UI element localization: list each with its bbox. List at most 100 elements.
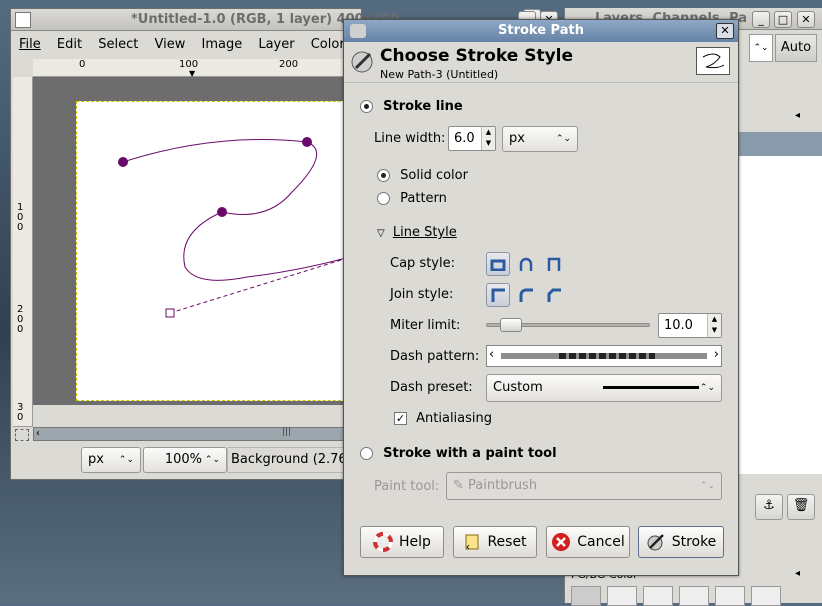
dash-pattern-editor[interactable]: ‹ › bbox=[486, 345, 722, 367]
spin-arrows-icon[interactable]: ▲ ▼ bbox=[707, 314, 721, 337]
maximize-button[interactable]: □ bbox=[774, 11, 792, 28]
image-window: *Untitled-1.0 (RGB, 1 layer) 400x300 Fil… bbox=[10, 8, 541, 480]
delete-layer-icon[interactable]: 🗑 bbox=[787, 494, 815, 520]
image-select-arrows-icon[interactable]: ⌃⌄ bbox=[749, 34, 773, 62]
dialog-close-icon[interactable]: ✕ bbox=[716, 23, 734, 39]
dash-pattern-label: Dash pattern: bbox=[390, 349, 480, 364]
path-preview-icon bbox=[696, 47, 730, 75]
image-window-titlebar[interactable]: *Untitled-1.0 (RGB, 1 layer) 400x300 bbox=[11, 9, 541, 31]
status-label: Background (2.76 bbox=[227, 447, 361, 473]
line-style-expander[interactable]: ▽ Line Style bbox=[377, 225, 457, 240]
stroke-path-dialog: Stroke Path ✕ Choose Stroke Style New Pa… bbox=[343, 19, 739, 576]
scroll-grip-icon: ||| bbox=[282, 427, 292, 437]
zoom-select[interactable]: 100% ⌃⌄ bbox=[143, 447, 227, 473]
lifebuoy-icon bbox=[373, 532, 394, 552]
cap-butt-button[interactable] bbox=[486, 252, 510, 276]
join-bevel-button[interactable] bbox=[542, 283, 566, 307]
menu-image[interactable]: Image bbox=[195, 32, 248, 58]
menu-bar: File Edit Select View Image Layer Colors bbox=[13, 32, 361, 58]
slider-handle[interactable] bbox=[500, 318, 522, 332]
menu-select[interactable]: Select bbox=[92, 32, 144, 58]
layer-row-selected[interactable] bbox=[739, 132, 822, 156]
menu-layer[interactable]: Layer bbox=[252, 32, 300, 58]
tab-menu-icon[interactable]: ◂ bbox=[795, 110, 800, 121]
join-round-button[interactable] bbox=[514, 283, 538, 307]
combo-arrows-icon: ⌃⌄ bbox=[699, 481, 715, 491]
gimp-icon[interactable] bbox=[350, 24, 366, 38]
paint-tool-select[interactable]: ✎ Paintbrush ⌃⌄ bbox=[446, 472, 722, 500]
paint-tool-value: Paintbrush bbox=[468, 478, 538, 493]
cancel-icon bbox=[552, 533, 571, 551]
close-button[interactable]: ✕ bbox=[797, 11, 815, 28]
vertical-ruler[interactable]: 1 0 0 2 0 0 3 0 bbox=[13, 77, 33, 427]
gimp-tab-icon[interactable] bbox=[571, 586, 601, 606]
stroke-path bbox=[122, 139, 363, 281]
cap-square-button[interactable] bbox=[542, 252, 566, 276]
solid-color-label: Solid color bbox=[400, 168, 468, 183]
radio-indicator bbox=[377, 192, 390, 205]
unit-value: px bbox=[88, 452, 104, 467]
auto-button[interactable]: Auto bbox=[775, 34, 817, 62]
dash-right-icon[interactable]: › bbox=[714, 347, 719, 362]
horizontal-scrollbar[interactable]: ‹ ||| bbox=[33, 427, 363, 441]
anchor-layer-icon[interactable]: ⚓ bbox=[755, 494, 783, 520]
combo-arrows-icon: ⌃⌄ bbox=[699, 383, 715, 393]
pattern-radio[interactable]: Pattern bbox=[377, 191, 447, 206]
path-anchor[interactable] bbox=[217, 207, 227, 217]
printer-tab-icon[interactable] bbox=[679, 586, 709, 606]
palette-tab-icon[interactable] bbox=[607, 586, 637, 606]
path-anchor[interactable] bbox=[302, 137, 312, 147]
document-tab-icon[interactable] bbox=[751, 586, 781, 606]
path-handle[interactable] bbox=[165, 308, 175, 318]
checkbox-indicator: ✓ bbox=[394, 412, 407, 425]
line-width-spinner[interactable]: 6.0 ▲ ▼ bbox=[448, 126, 496, 151]
quick-mask-icon[interactable] bbox=[15, 429, 29, 441]
dash-preset-preview bbox=[603, 386, 699, 389]
line-width-label: Line width: bbox=[374, 131, 446, 146]
dash-preset-select[interactable]: Custom ⌃⌄ bbox=[486, 374, 722, 402]
stroke-icon bbox=[647, 534, 664, 551]
window-menu-icon[interactable] bbox=[15, 12, 31, 28]
menu-view[interactable]: View bbox=[148, 32, 191, 58]
ruler-tick-label: 200 bbox=[279, 59, 299, 70]
image-tab-icon[interactable] bbox=[715, 586, 745, 606]
line-width-unit-select[interactable]: px ⌃⌄ bbox=[502, 126, 578, 152]
paint-tool-radio[interactable]: Stroke with a paint tool bbox=[360, 446, 557, 461]
dash-left-icon[interactable]: ‹ bbox=[489, 347, 494, 362]
dialog-titlebar[interactable]: Stroke Path bbox=[344, 20, 738, 42]
unit-select[interactable]: px ⌃⌄ bbox=[81, 447, 141, 473]
combo-arrows-icon: ⌃⌄ bbox=[118, 455, 134, 465]
reset-button[interactable]: Reset bbox=[453, 526, 537, 558]
help-label: Help bbox=[399, 534, 431, 550]
stroke-button[interactable]: Stroke bbox=[638, 526, 724, 558]
canvas-area[interactable] bbox=[33, 77, 363, 405]
brush-tab-icon[interactable] bbox=[643, 586, 673, 606]
dialog-title: Stroke Path bbox=[498, 23, 584, 38]
antialiasing-checkbox[interactable]: ✓ Antialiasing bbox=[394, 411, 492, 426]
menu-edit[interactable]: Edit bbox=[51, 32, 88, 58]
cap-round-icon bbox=[519, 257, 533, 271]
scroll-left-icon[interactable]: ‹ bbox=[36, 428, 40, 439]
path-anchor[interactable] bbox=[118, 157, 128, 167]
ruler-tick-label: 0 bbox=[79, 59, 86, 70]
paint-tool-radio-label: Stroke with a paint tool bbox=[383, 446, 557, 461]
tab-menu-icon[interactable]: ◂ bbox=[795, 568, 800, 579]
miter-limit-spinner[interactable]: 10.0 ▲ ▼ bbox=[658, 313, 722, 338]
combo-arrows-icon: ⌃⌄ bbox=[204, 455, 220, 465]
stroke-label: Stroke bbox=[671, 534, 717, 550]
reset-icon bbox=[465, 534, 479, 550]
radio-indicator bbox=[360, 447, 373, 460]
zoom-value: 100% bbox=[164, 452, 202, 467]
cancel-button[interactable]: Cancel bbox=[546, 526, 630, 558]
horizontal-ruler[interactable]: 0 100 200 ▼ bbox=[33, 59, 363, 78]
cap-round-button[interactable] bbox=[514, 252, 538, 276]
solid-color-radio[interactable]: Solid color bbox=[377, 168, 468, 183]
stroke-line-radio[interactable]: Stroke line bbox=[360, 99, 463, 114]
image-canvas[interactable] bbox=[76, 101, 363, 401]
layer-list[interactable] bbox=[739, 156, 822, 474]
minimize-button[interactable]: _ bbox=[752, 11, 770, 28]
join-miter-button[interactable] bbox=[486, 283, 510, 307]
spin-arrows-icon[interactable]: ▲ ▼ bbox=[481, 127, 495, 150]
menu-file[interactable]: File bbox=[13, 32, 47, 58]
help-button[interactable]: Help bbox=[360, 526, 444, 558]
